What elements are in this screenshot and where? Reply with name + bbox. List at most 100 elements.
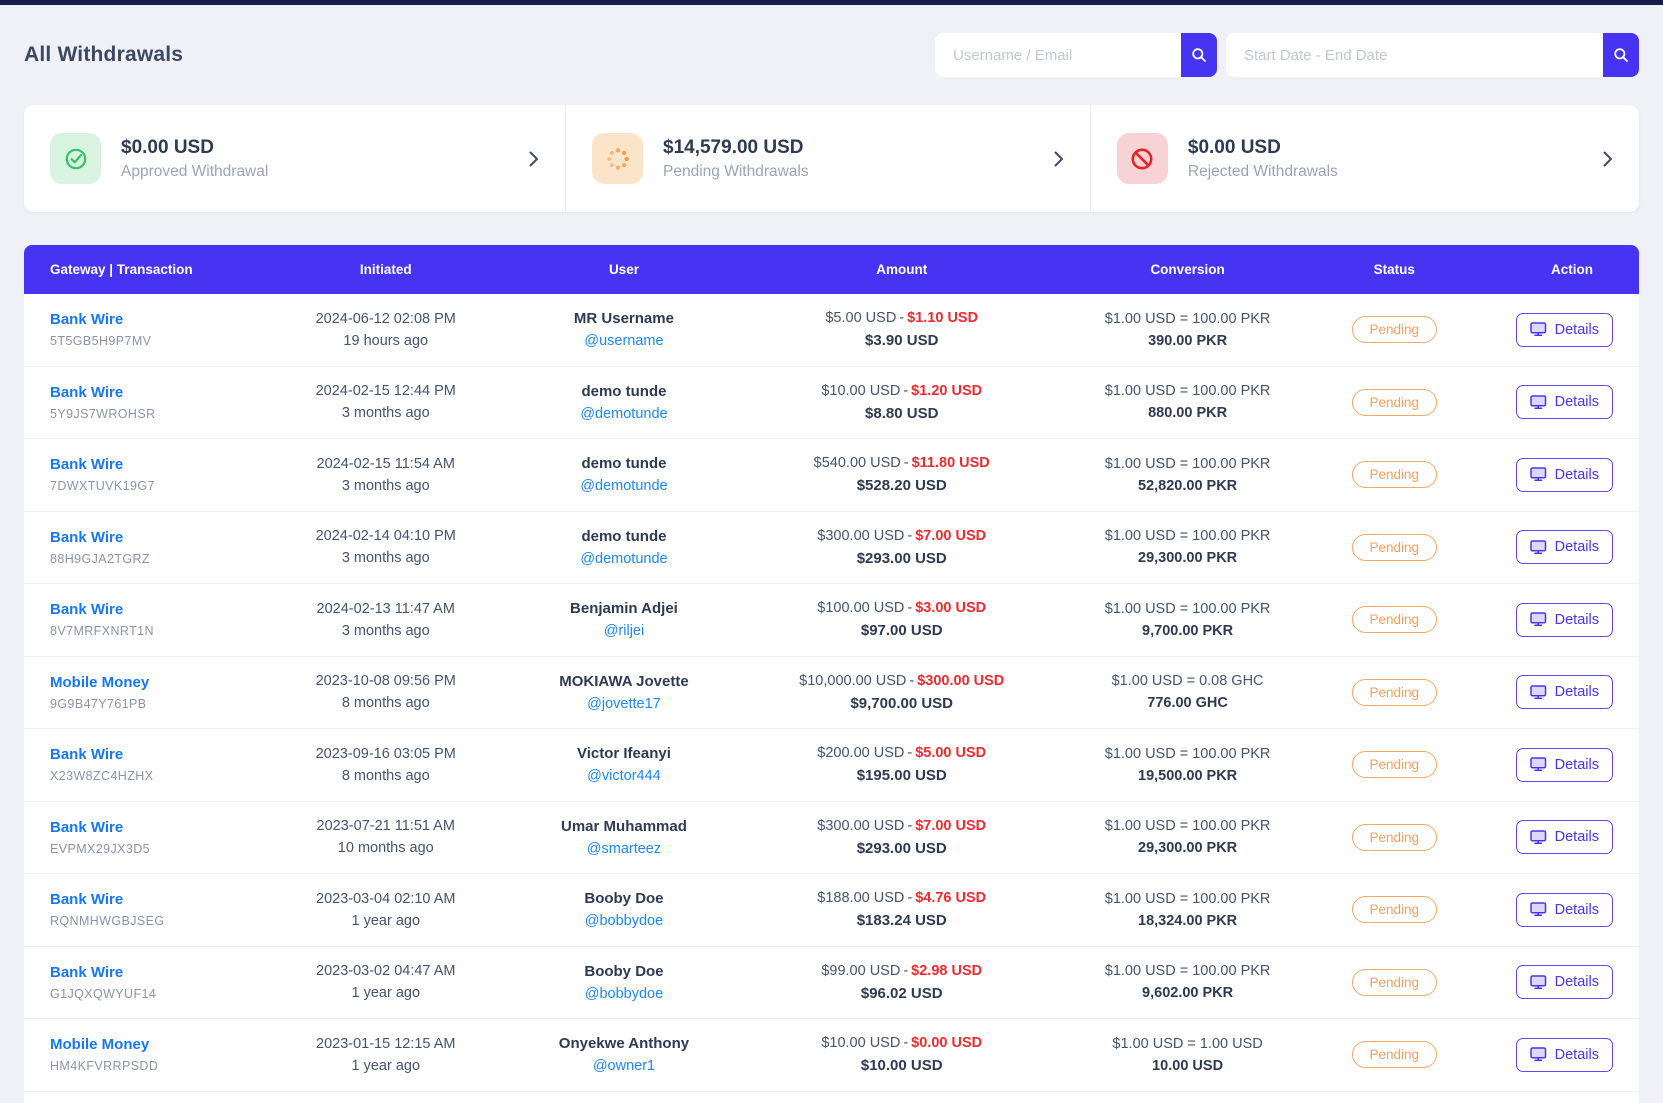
conversion-amount: 52,820.00 PKR [1138, 478, 1237, 494]
details-button[interactable]: Details [1516, 458, 1613, 492]
pending-card-text: $14,579.00 USD Pending Withdrawals [663, 137, 809, 181]
user-handle-link[interactable]: @demotunde [580, 406, 667, 422]
header-initiated: Initiated [290, 262, 481, 277]
initiated-cell: 2024-02-15 12:44 PM 3 months ago [290, 383, 481, 421]
transaction-id: 5T5GB5H9P7MV [50, 334, 151, 348]
gateway-link[interactable]: Bank Wire [50, 891, 123, 908]
gateway-link[interactable]: Mobile Money [50, 674, 149, 691]
gateway-link[interactable]: Bank Wire [50, 311, 123, 328]
conversion-cell: $1.00 USD = 1.00 USD 10.00 USD [1037, 1036, 1339, 1074]
initiated-relative: 3 months ago [342, 623, 430, 639]
user-fullname: MR Username [574, 310, 674, 327]
action-cell: Details [1450, 385, 1639, 419]
conversion-cell: $1.00 USD = 100.00 PKR 390.00 PKR [1037, 311, 1339, 349]
action-cell: Details [1450, 820, 1639, 854]
action-cell: Details [1450, 313, 1639, 347]
conversion-cell: $1.00 USD = 100.00 PKR 9,602.00 PKR [1037, 963, 1339, 1001]
initiated-date: 2023-01-15 12:15 AM [316, 1036, 455, 1052]
table-row: Mobile Money HM4KFVRRPSDD 2023-01-15 12:… [24, 1019, 1639, 1092]
details-button[interactable]: Details [1516, 965, 1613, 999]
details-button-label: Details [1555, 829, 1599, 845]
gateway-link[interactable]: Bank Wire [50, 819, 123, 836]
user-handle-link[interactable]: @demotunde [580, 551, 667, 567]
gateway-cell: Bank Wire RQNMHWGBJSEG [24, 891, 290, 928]
username-email-search-input[interactable] [935, 33, 1181, 77]
user-fullname: Victor Ifeanyi [577, 745, 671, 762]
amount-gross-fee: $300.00 USD-$7.00 USD [817, 818, 986, 834]
user-handle-link[interactable]: @owner1 [593, 1058, 655, 1074]
header-gateway-transaction: Gateway | Transaction [24, 262, 290, 277]
details-button[interactable]: Details [1516, 748, 1613, 782]
conversion-amount: 18,324.00 PKR [1138, 913, 1237, 929]
gateway-link[interactable]: Bank Wire [50, 456, 123, 473]
gateway-link[interactable]: Bank Wire [50, 601, 123, 618]
user-cell: MOKIAWA Jovette @jovette17 [481, 673, 767, 712]
conversion-rate: $1.00 USD = 1.00 USD [1112, 1036, 1262, 1052]
date-search-button[interactable] [1603, 33, 1639, 77]
details-button[interactable]: Details [1516, 1038, 1613, 1072]
page-header: All Withdrawals [24, 33, 1639, 77]
search-icon [1191, 47, 1207, 63]
table-row: Bank Wire 5T5GB5H9P7MV 2024-06-12 02:08 … [24, 294, 1639, 367]
spinner-dots-icon [592, 133, 643, 184]
status-badge: Pending [1352, 679, 1438, 706]
user-handle-link[interactable]: @bobbydoe [585, 913, 663, 929]
user-fullname: Booby Doe [584, 890, 663, 907]
initiated-date: 2024-02-15 12:44 PM [316, 383, 456, 399]
user-handle-link[interactable]: @smarteez [587, 841, 661, 857]
user-handle-link[interactable]: @demotunde [580, 478, 667, 494]
details-button[interactable]: Details [1516, 820, 1613, 854]
gateway-link[interactable]: Bank Wire [50, 746, 123, 763]
details-button[interactable]: Details [1516, 385, 1613, 419]
amount-net: $96.02 USD [861, 985, 943, 1002]
conversion-rate: $1.00 USD = 100.00 PKR [1105, 891, 1271, 907]
username-search-button[interactable] [1181, 33, 1217, 77]
user-handle-link[interactable]: @victor444 [587, 768, 661, 784]
details-button[interactable]: Details [1516, 603, 1613, 637]
action-cell: Details [1450, 748, 1639, 782]
gateway-link[interactable]: Mobile Money [50, 1036, 149, 1053]
initiated-cell: 2023-03-02 04:47 AM 1 year ago [290, 963, 481, 1001]
check-circle-icon [50, 133, 101, 184]
transaction-id: G1JQXQWYUF14 [50, 987, 156, 1001]
amount-gross-fee: $200.00 USD-$5.00 USD [817, 745, 986, 761]
gateway-cell: Bank Wire 5T5GB5H9P7MV [24, 311, 290, 348]
gateway-link[interactable]: Bank Wire [50, 964, 123, 981]
status-badge: Pending [1352, 534, 1438, 561]
conversion-rate: $1.00 USD = 0.08 GHC [1112, 673, 1264, 689]
monitor-icon [1530, 612, 1547, 627]
details-button[interactable]: Details [1516, 530, 1613, 564]
user-handle-link[interactable]: @jovette17 [587, 696, 661, 712]
rejected-amount: $0.00 USD [1188, 137, 1338, 159]
transaction-id: 8V7MRFXNRT1N [50, 624, 154, 638]
gateway-cell: Mobile Money HM4KFVRRPSDD [24, 1036, 290, 1073]
details-button[interactable]: Details [1516, 675, 1613, 709]
conversion-rate: $1.00 USD = 100.00 PKR [1105, 818, 1271, 834]
user-handle-link[interactable]: @username [584, 333, 663, 349]
monitor-icon [1530, 1047, 1547, 1062]
action-cell: Details [1450, 893, 1639, 927]
conversion-cell: $1.00 USD = 100.00 PKR 29,300.00 PKR [1037, 528, 1339, 566]
pending-withdrawals-card[interactable]: $14,579.00 USD Pending Withdrawals [565, 105, 1090, 212]
gateway-cell: Mobile Money 9G9B47Y761PB [24, 674, 290, 711]
date-range-input[interactable] [1226, 33, 1603, 77]
user-cell: Booby Doe @bobbydoe [481, 963, 767, 1002]
details-button[interactable]: Details [1516, 313, 1613, 347]
conversion-amount: 9,602.00 PKR [1142, 985, 1233, 1001]
initiated-date: 2023-03-02 04:47 AM [316, 963, 455, 979]
user-handle-link[interactable]: @riljei [604, 623, 645, 639]
search-area [935, 33, 1639, 77]
approved-amount: $0.00 USD [121, 137, 268, 159]
details-button[interactable]: Details [1516, 893, 1613, 927]
details-button-label: Details [1555, 684, 1599, 700]
user-handle-link[interactable]: @bobbydoe [585, 986, 663, 1002]
conversion-rate: $1.00 USD = 100.00 PKR [1105, 456, 1271, 472]
gateway-link[interactable]: Bank Wire [50, 384, 123, 401]
conversion-rate: $1.00 USD = 100.00 PKR [1105, 311, 1271, 327]
gateway-link[interactable]: Bank Wire [50, 529, 123, 546]
amount-cell: $10.00 USD-$1.20 USD $8.80 USD [767, 383, 1037, 422]
table-row: Bank Wire RQNMHWGBJSEG 2023-03-04 02:10 … [24, 874, 1639, 947]
fee-amount: $2.98 USD [911, 963, 982, 979]
approved-withdrawal-card[interactable]: $0.00 USD Approved Withdrawal [24, 105, 565, 212]
rejected-withdrawals-card[interactable]: $0.00 USD Rejected Withdrawals [1090, 105, 1639, 212]
